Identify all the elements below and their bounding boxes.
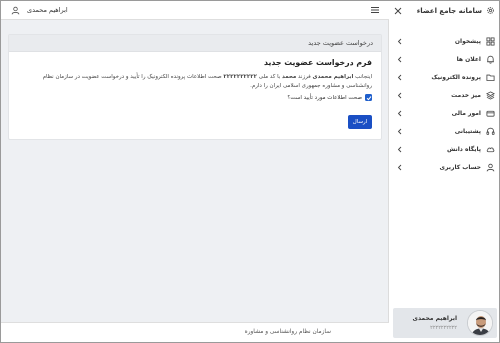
profile-id: ۲۲۲۲۲۲۲۲۲۲: [430, 325, 457, 331]
gear-icon: [486, 6, 495, 15]
chevron-left-icon: [397, 92, 403, 99]
sidebar-item-support[interactable]: پشتیبانی: [389, 123, 499, 141]
desc-national-code: ۲۲۲۲۲۲۲۲۲۲: [223, 74, 257, 80]
profile-card[interactable]: ابراهیم محمدی ۲۲۲۲۲۲۲۲۲۲: [393, 308, 497, 338]
cloud-icon: [486, 145, 495, 154]
chevron-left-icon: [397, 74, 403, 81]
chevron-left-icon: [397, 110, 403, 117]
desc-mid2: با کد ملی: [258, 74, 281, 80]
layers-icon: [485, 91, 496, 100]
hamburger-menu-icon[interactable]: [370, 5, 380, 15]
sidebar-item-label: پشتیبانی: [454, 128, 481, 135]
chevron-left-icon: [397, 146, 403, 153]
chevron-left-icon: [397, 38, 403, 45]
desc-father: محمد: [282, 74, 297, 80]
membership-request-card: درخواست عضویت جدید فرم درخواست عضویت جدی…: [8, 34, 382, 140]
sidebar-item-knowledge-base[interactable]: پایگاه دانش: [389, 141, 499, 159]
card-header: درخواست عضویت جدید: [9, 35, 381, 52]
brand-title: سامانه جامع اعضاء: [416, 6, 482, 15]
sidebar-nav: پیشخوان اعلان ها پرونده الکترونیک میز خد…: [389, 33, 499, 177]
desc-prefix: اینجانب: [355, 74, 372, 80]
top-bar: ابراهیم محمدی: [1, 1, 389, 20]
sidebar-item-notifications[interactable]: اعلان ها: [389, 51, 499, 69]
sidebar-item-label: پیشخوان: [454, 38, 481, 45]
topbar-user-name[interactable]: ابراهیم محمدی: [27, 6, 68, 14]
app-window: ابراهیم محمدی درخواست عضویت جدید فرم درخ…: [0, 0, 500, 343]
brand: سامانه جامع اعضاء: [417, 6, 495, 15]
main-content: ابراهیم محمدی درخواست عضویت جدید فرم درخ…: [1, 1, 389, 342]
chevron-left-icon: [397, 128, 403, 135]
wallet-icon: [486, 109, 495, 118]
chevron-left-icon: [397, 56, 403, 63]
confirm-row: صحت اطلاعات مورد تأیید است؟: [18, 94, 372, 101]
card-body: فرم درخواست عضویت جدید اینجانب ابراهیم م…: [9, 52, 381, 101]
confirm-checkbox[interactable]: [365, 94, 372, 101]
sidebar-item-label: میز خدمت: [451, 92, 481, 99]
user-icon[interactable]: [10, 5, 21, 16]
bell-icon: [486, 55, 495, 64]
sidebar-item-service-desk[interactable]: میز خدمت: [389, 87, 499, 105]
desc-name: ابراهیم محمدی: [312, 74, 354, 80]
sidebar-item-label: پایگاه دانش: [446, 146, 481, 153]
footer-text: سازمان نظام روانشناسی و مشاوره: [244, 329, 331, 335]
sidebar-item-label: امور مالی: [451, 110, 481, 117]
sidebar-item-label: حساب کاربری: [439, 164, 481, 171]
avatar: [467, 310, 493, 336]
folder-icon: [486, 73, 495, 82]
footer: سازمان نظام روانشناسی و مشاوره: [1, 322, 389, 342]
form-title: فرم درخواست عضویت جدید: [263, 58, 372, 67]
close-icon[interactable]: [394, 7, 402, 15]
sidebar-item-label: پرونده الکترونیک: [431, 74, 481, 81]
desc-mid1: فرزند: [298, 74, 311, 80]
sidebar-item-finance[interactable]: امور مالی: [389, 105, 499, 123]
headset-icon: [486, 127, 495, 136]
user-icon: [486, 163, 495, 172]
confirm-label[interactable]: صحت اطلاعات مورد تأیید است؟: [287, 95, 362, 101]
form-description: اینجانب ابراهیم محمدی فرزند محمد با کد م…: [32, 73, 372, 91]
sidebar-item-user-account[interactable]: حساب کاربری: [389, 159, 499, 177]
sidebar-item-dashboard[interactable]: پیشخوان: [389, 33, 499, 51]
submit-button[interactable]: ارسال: [348, 115, 372, 129]
profile-name: ابراهیم محمدی: [412, 315, 457, 322]
dashboard-icon: [486, 37, 495, 46]
sidebar: سامانه جامع اعضاء پیشخوان اعلان ها پروند…: [389, 1, 499, 342]
sidebar-item-label: اعلان ها: [456, 56, 481, 63]
chevron-left-icon: [397, 164, 403, 171]
sidebar-item-electronic-file[interactable]: پرونده الکترونیک: [389, 69, 499, 87]
